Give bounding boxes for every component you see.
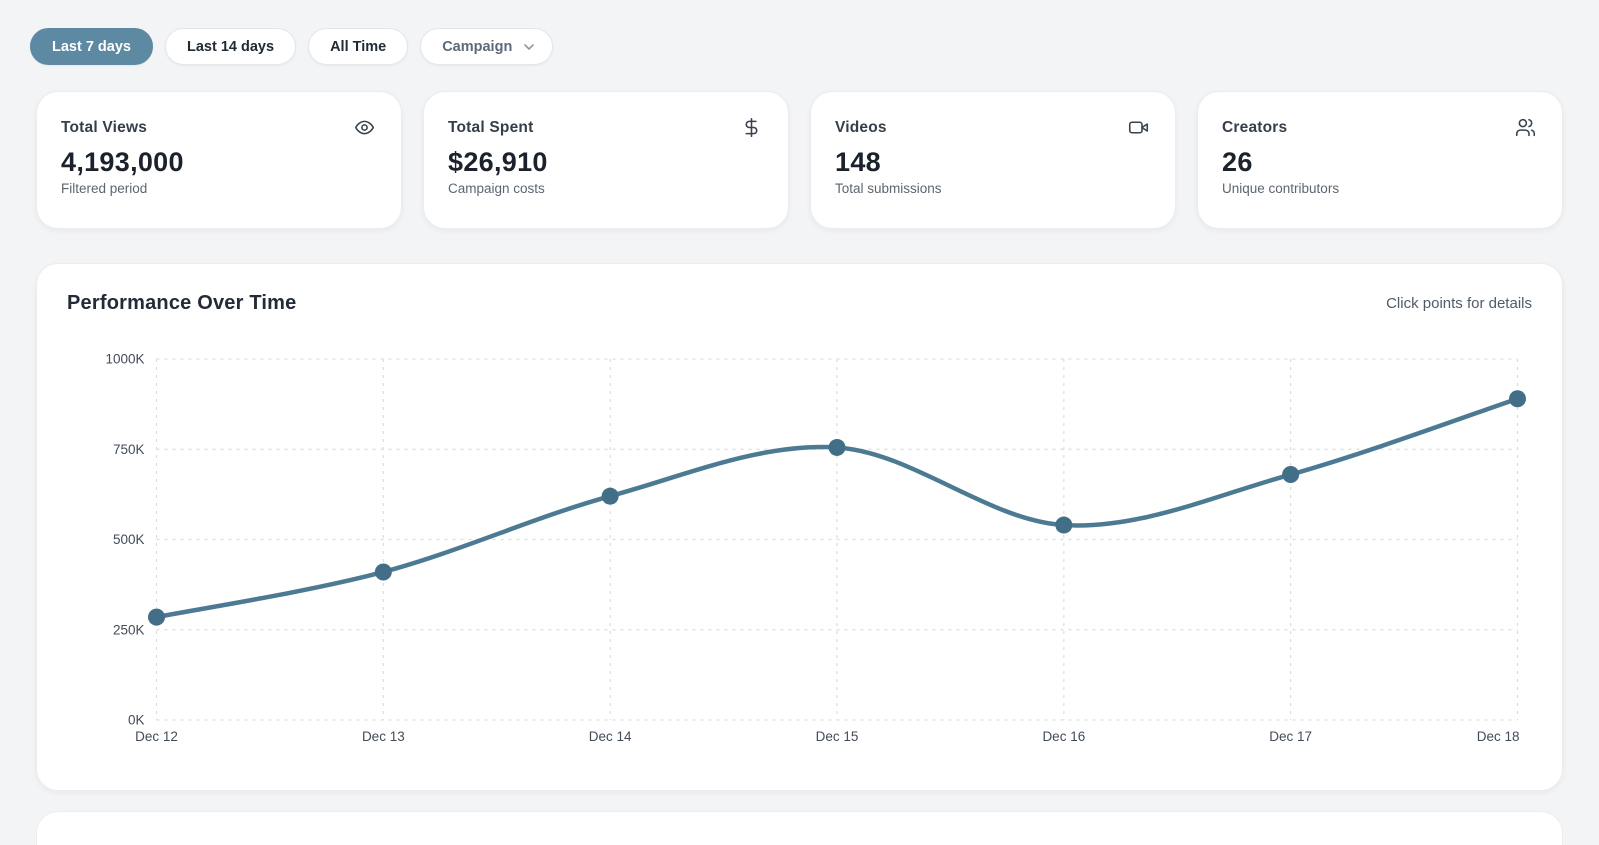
stat-value: 4,193,000	[61, 147, 184, 177]
stat-card-total-views: Total Views 4,193,000 Filtered period	[36, 91, 402, 229]
y-axis-tick-label: 1000K	[105, 352, 144, 367]
eye-icon	[354, 117, 375, 138]
users-icon	[1515, 117, 1536, 138]
campaign-dropdown[interactable]: Campaign	[420, 28, 554, 65]
x-axis-tick-label: Dec 15	[816, 729, 859, 744]
x-axis-tick-label: Dec 13	[362, 729, 405, 744]
stat-value: 148	[835, 147, 881, 177]
x-axis-tick-label: Dec 17	[1269, 729, 1312, 744]
performance-line-chart: 0K 250K 500K 750K 1000K Dec 12 Dec 13 Dec 14 Dec…	[105, 352, 1526, 744]
stat-subtitle: Campaign costs	[448, 181, 545, 196]
stat-title: Total Spent	[448, 118, 534, 136]
video-icon	[1128, 117, 1149, 138]
filter-last-14-days[interactable]: Last 14 days	[165, 28, 297, 65]
stat-title: Total Views	[61, 118, 148, 136]
line-chart: 0K 250K 500K 750K 1000K Dec 12 Dec 13 Dec 14 Dec…	[67, 323, 1532, 768]
x-axis-tick-label: Dec 16	[1042, 729, 1085, 744]
chart-title: Performance Over Time	[67, 292, 297, 314]
x-axis-tick-label: Dec 14	[589, 729, 632, 744]
y-axis-tick-label: 500K	[113, 532, 145, 547]
y-axis-tick-label: 750K	[113, 442, 145, 457]
chart-point-dec-17[interactable]	[1282, 466, 1300, 484]
x-axis-tick-label: Dec 18	[1477, 729, 1520, 744]
chart-point-dec-12[interactable]	[148, 608, 165, 626]
stat-card-creators: Creators 26 Unique contributors	[1197, 91, 1563, 229]
stat-value: 26	[1222, 147, 1253, 177]
chart-point-dec-18[interactable]	[1509, 390, 1526, 408]
y-axis-tick-label: 0K	[128, 713, 145, 728]
stats-row: Total Views 4,193,000 Filtered period To…	[36, 91, 1563, 229]
filter-last-7-days[interactable]: Last 7 days	[30, 28, 153, 65]
chart-point-dec-13[interactable]	[374, 563, 392, 581]
y-axis-tick-label: 250K	[113, 622, 145, 637]
next-section-card-cutoff	[36, 811, 1563, 845]
date-filter-bar: Last 7 days Last 14 days All Time Campai…	[30, 28, 1599, 65]
filter-all-time[interactable]: All Time	[308, 28, 409, 65]
stat-subtitle: Filtered period	[61, 181, 148, 196]
stat-title: Videos	[835, 118, 887, 136]
chart-point-dec-15[interactable]	[828, 438, 846, 456]
chart-hint: Click points for details	[1386, 295, 1532, 312]
chart-point-dec-16[interactable]	[1055, 516, 1073, 534]
stat-subtitle: Unique contributors	[1222, 181, 1340, 196]
chevron-down-icon	[521, 39, 537, 55]
performance-chart-card: Performance Over Time Click points for d…	[36, 263, 1563, 791]
stat-card-videos: Videos 148 Total submissions	[810, 91, 1176, 229]
chart-point-dec-14[interactable]	[601, 487, 619, 505]
stat-card-total-spent: Total Spent $26,910 Campaign costs	[423, 91, 789, 229]
dollar-icon	[741, 117, 762, 138]
stat-title: Creators	[1222, 118, 1288, 136]
stat-value: $26,910	[448, 147, 548, 177]
stat-subtitle: Total submissions	[835, 181, 942, 196]
campaign-dropdown-label: Campaign	[442, 38, 513, 55]
x-axis-tick-label: Dec 12	[135, 729, 178, 744]
